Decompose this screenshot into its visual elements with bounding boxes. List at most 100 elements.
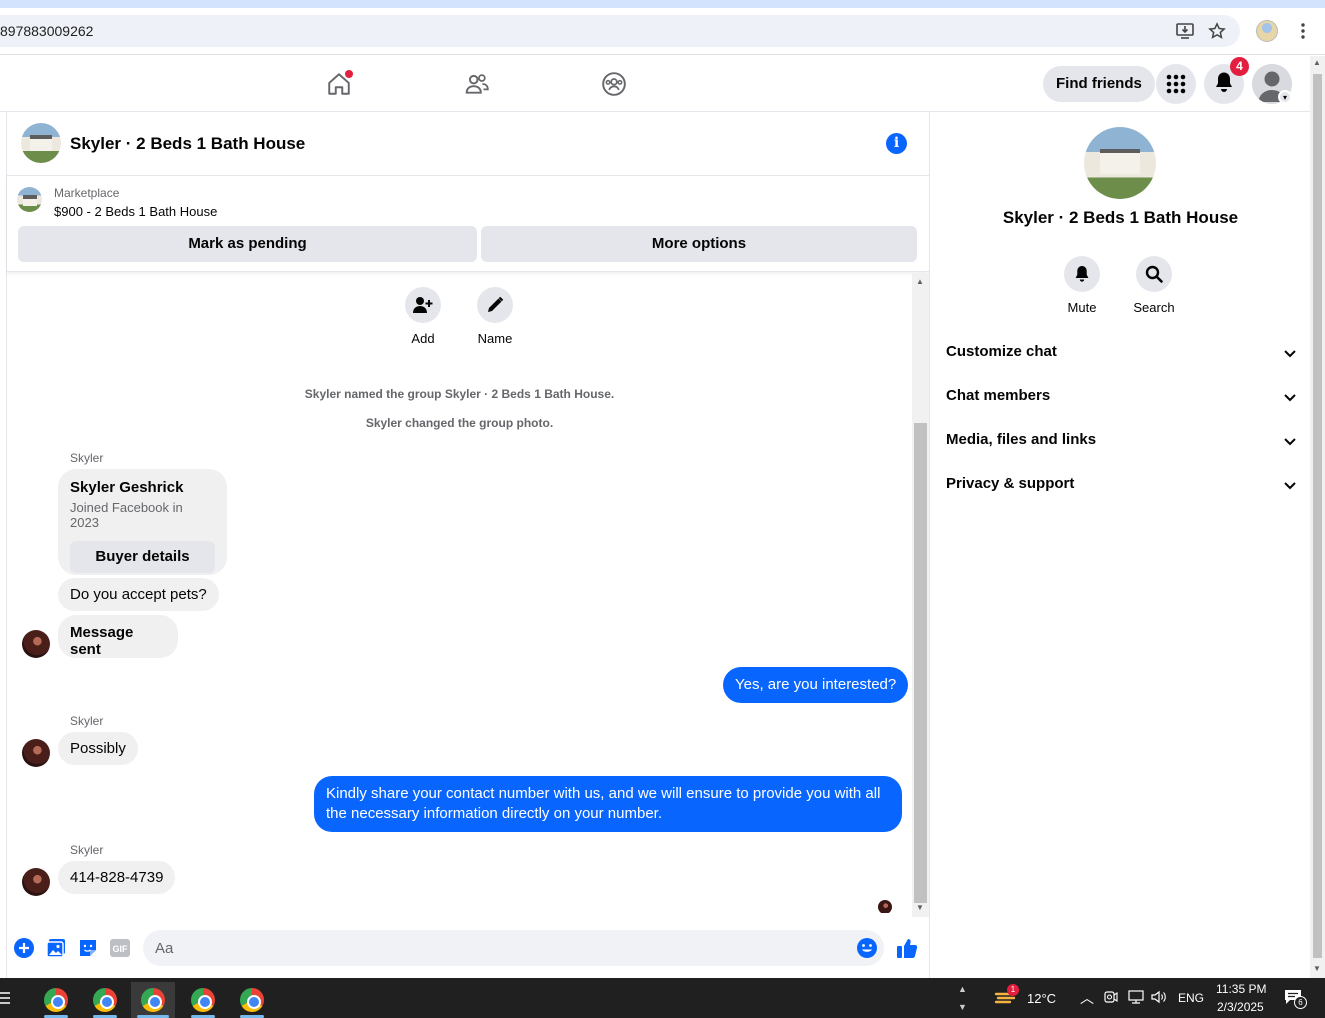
listing-title[interactable]: $900 - 2 Beds 1 Bath House — [54, 204, 217, 219]
chrome-icon — [44, 988, 68, 1012]
section-label: Media, files and links — [946, 431, 1097, 448]
sender-avatar[interactable] — [22, 868, 50, 896]
bookmark-star-icon[interactable] — [1204, 18, 1230, 44]
scroll-up-arrow[interactable]: ▲ — [916, 277, 924, 286]
friends-icon[interactable] — [457, 66, 497, 102]
message-scrollbar[interactable]: ▲ ▼ — [912, 273, 929, 917]
sender-avatar[interactable] — [22, 739, 50, 767]
scroll-down-arrow[interactable]: ▼ — [916, 903, 924, 912]
bell-icon — [1064, 256, 1100, 292]
bell-icon — [1214, 71, 1234, 98]
taskbar-chrome-app[interactable] — [83, 982, 127, 1018]
chevron-down-icon — [1284, 477, 1296, 494]
buyer-joined: Joined Facebook in 2023 — [70, 500, 183, 530]
language-indicator[interactable]: ENG — [1178, 991, 1204, 1005]
sender-name: Skyler — [70, 451, 104, 465]
page-scroll-up-arrow[interactable]: ▲ — [1313, 58, 1321, 67]
incoming-message[interactable]: 414-828-4739 — [58, 861, 176, 894]
name-group-button[interactable]: Name — [470, 287, 520, 346]
volume-icon[interactable] — [1151, 990, 1167, 1009]
home-icon[interactable] — [319, 66, 359, 102]
browser-toolbar: 897883009262 — [0, 8, 1325, 55]
mark-as-pending-button[interactable]: Mark as pending — [18, 226, 477, 262]
thumbs-up-icon[interactable] — [895, 936, 919, 960]
emoji-icon[interactable] — [856, 937, 878, 964]
address-bar[interactable]: 897883009262 — [0, 15, 1240, 47]
task-view-icon[interactable] — [0, 990, 12, 1006]
message-composer: GIF Aa — [7, 925, 929, 973]
camera-icon[interactable] — [1104, 990, 1118, 1009]
browser-top-strip — [0, 0, 1325, 8]
system-message: Skyler changed the group photo. — [365, 416, 554, 430]
add-label: Add — [411, 331, 435, 346]
taskbar-chrome-app-active[interactable] — [131, 982, 175, 1018]
buyer-card: Skyler Geshrick Joined Facebook in 2023 … — [58, 469, 227, 575]
section-chat-members[interactable]: Chat members — [946, 387, 1296, 411]
temperature[interactable]: 12°C — [1027, 991, 1056, 1006]
section-privacy-support[interactable]: Privacy & support — [946, 475, 1296, 499]
gif-icon[interactable]: GIF — [109, 937, 131, 959]
network-icon[interactable] — [1128, 990, 1144, 1009]
mute-label: Mute — [1067, 300, 1097, 315]
groups-icon[interactable] — [594, 66, 634, 102]
notifications-button[interactable]: 4 — [1204, 57, 1249, 104]
chat-header: Skyler · 2 Beds 1 Bath House i — [7, 112, 929, 176]
section-customize-chat[interactable]: Customize chat — [946, 343, 1296, 367]
find-friends-button[interactable]: Find friends — [1043, 66, 1155, 102]
search-label: Search — [1133, 300, 1175, 315]
page-scroll-down-arrow[interactable]: ▼ — [1313, 964, 1321, 973]
buyer-details-button[interactable]: Buyer details — [70, 541, 215, 573]
add-people-button[interactable]: Add — [398, 287, 448, 346]
sender-avatar[interactable] — [22, 630, 50, 658]
chrome-icon — [93, 988, 117, 1012]
conversation-info-panel: Skyler · 2 Beds 1 Bath House Mute Search… — [929, 112, 1310, 978]
browser-menu-icon[interactable] — [1290, 18, 1316, 44]
show-hidden-icons-chevron-icon[interactable]: ︿ — [1080, 988, 1094, 1008]
plus-circle-icon[interactable] — [13, 937, 35, 959]
section-media-files-links[interactable]: Media, files and links — [946, 431, 1296, 455]
section-label: Privacy & support — [946, 475, 1075, 492]
incoming-message[interactable]: Possibly — [58, 732, 138, 765]
scroll-thumb[interactable] — [914, 423, 927, 903]
buyer-name[interactable]: Skyler Geshrick — [70, 479, 215, 496]
clock-date[interactable]: 2/3/2025 — [1217, 1000, 1264, 1014]
svg-text:GIF: GIF — [113, 944, 129, 954]
install-app-icon[interactable] — [1172, 18, 1198, 44]
outgoing-message[interactable]: Yes, are you interested? — [723, 667, 909, 703]
chrome-icon — [240, 988, 264, 1012]
message-placeholder: Aa — [155, 940, 174, 957]
info-icon[interactable]: i — [886, 133, 907, 154]
clock-time[interactable]: 11:35 PM — [1216, 982, 1266, 996]
taskbar-chrome-app[interactable] — [230, 982, 274, 1018]
seen-indicator-avatar — [878, 900, 892, 913]
search-button[interactable]: Search — [1124, 256, 1184, 315]
notification-center-icon[interactable]: 6 — [1284, 989, 1307, 1010]
taskbar-chrome-app[interactable] — [34, 982, 78, 1018]
system-message: Skyler named the group Skyler · 2 Beds 1… — [304, 387, 615, 401]
chevron-down-icon[interactable]: ▾ — [1278, 90, 1292, 104]
group-photo-large[interactable] — [1084, 127, 1156, 199]
menu-grid-icon[interactable] — [1156, 64, 1196, 104]
url-text[interactable]: 897883009262 — [0, 23, 93, 39]
page-scroll-thumb[interactable] — [1313, 74, 1322, 958]
taskbar-scroll-arrows[interactable]: ▲ ▼ — [958, 980, 967, 1016]
listing-thumbnail[interactable] — [17, 187, 42, 212]
page-scrollbar[interactable]: ▲ ▼ — [1310, 56, 1325, 978]
message-input[interactable]: Aa — [143, 930, 884, 966]
incoming-message[interactable]: Message sent — [58, 615, 178, 658]
photo-icon[interactable] — [45, 937, 67, 959]
browser-profile-avatar[interactable] — [1256, 20, 1278, 42]
marketplace-listing-bar: Marketplace $900 - 2 Beds 1 Bath House M… — [7, 176, 929, 272]
taskbar-chrome-app[interactable] — [181, 982, 225, 1018]
more-options-button[interactable]: More options — [481, 226, 917, 262]
weather-alert-badge: 1 — [1007, 984, 1019, 996]
search-icon — [1136, 256, 1172, 292]
weather-icon[interactable]: 1 — [994, 984, 1020, 1008]
message-list: Add Name Skyler named the group Skyler ·… — [7, 273, 912, 913]
sticker-icon[interactable] — [77, 937, 99, 959]
mute-button[interactable]: Mute — [1052, 256, 1112, 315]
chat-title[interactable]: Skyler · 2 Beds 1 Bath House — [70, 134, 305, 154]
incoming-message[interactable]: Do you accept pets? — [58, 578, 219, 611]
group-photo[interactable] — [21, 123, 61, 163]
outgoing-message[interactable]: Kindly share your contact number with us… — [314, 776, 902, 832]
